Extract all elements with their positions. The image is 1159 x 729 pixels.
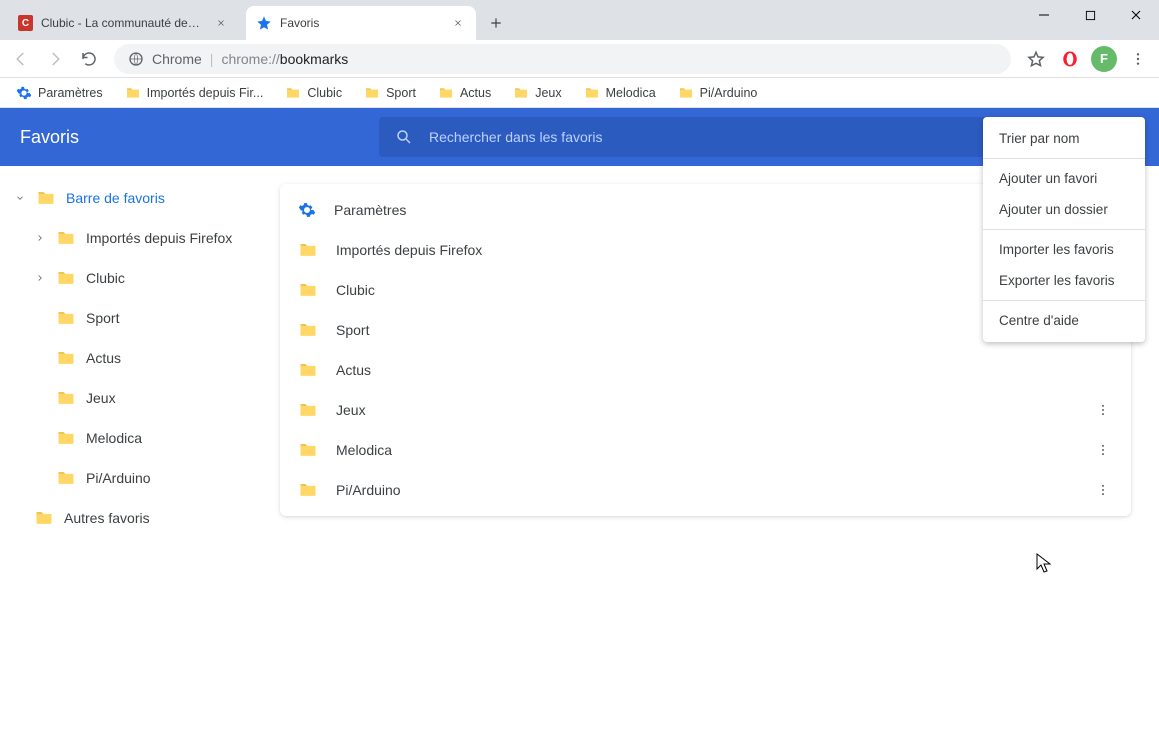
close-icon[interactable] <box>213 15 228 31</box>
folder-icon <box>56 388 76 408</box>
gear-icon <box>298 201 316 219</box>
more-button[interactable] <box>1093 440 1113 460</box>
menu-separator <box>983 158 1145 159</box>
search-input[interactable] <box>429 129 1043 145</box>
folder-icon <box>298 320 318 340</box>
close-button[interactable] <box>1113 0 1159 30</box>
folder-icon <box>56 308 76 328</box>
folder-icon <box>298 280 318 300</box>
folder-icon <box>364 85 380 101</box>
folder-icon <box>125 85 141 101</box>
folder-icon <box>298 440 318 460</box>
menu-item[interactable]: Exporter les favoris <box>983 265 1145 296</box>
tab-clubic[interactable]: C Clubic - La communauté des pas <box>8 6 238 40</box>
forward-button[interactable] <box>40 44 70 74</box>
folder-icon <box>298 400 318 420</box>
list-row[interactable]: Jeux <box>280 390 1131 430</box>
window-titlebar: C Clubic - La communauté des pas Favoris <box>0 0 1159 40</box>
window-controls <box>1021 0 1159 30</box>
back-button[interactable] <box>6 44 36 74</box>
sidebar-item[interactable]: Jeux <box>0 378 280 418</box>
sidebar-item[interactable]: Actus <box>0 338 280 378</box>
tab-title: Clubic - La communauté des pas <box>41 16 205 30</box>
clubic-icon: C <box>18 15 33 31</box>
menu-item[interactable]: Importer les favoris <box>983 234 1145 265</box>
gear-icon <box>16 85 32 101</box>
bookmarks-bar: Paramètres Importés depuis Fir... Clubic Sp… <box>0 78 1159 108</box>
bookmark-item[interactable]: Paramètres <box>12 81 107 105</box>
folder-icon <box>56 268 76 288</box>
menu-item[interactable]: Ajouter un dossier <box>983 194 1145 225</box>
sidebar-item[interactable]: Sport <box>0 298 280 338</box>
search-icon <box>395 128 413 146</box>
bookmark-item[interactable]: Melodica <box>580 81 660 105</box>
folder-icon <box>584 85 600 101</box>
opera-extension-icon[interactable] <box>1055 44 1085 74</box>
bookmark-item[interactable]: Sport <box>360 81 420 105</box>
browser-menu-button[interactable] <box>1123 44 1153 74</box>
bookmark-item[interactable]: Importés depuis Fir... <box>121 81 268 105</box>
maximize-button[interactable] <box>1067 0 1113 30</box>
menu-separator <box>983 229 1145 230</box>
more-button[interactable] <box>1093 480 1113 500</box>
sidebar-item[interactable]: Melodica <box>0 418 280 458</box>
folder-icon <box>438 85 454 101</box>
address-bar[interactable]: Chrome | chrome://bookmarks <box>114 44 1011 74</box>
chevron-right-icon[interactable] <box>34 232 46 244</box>
chevron-down-icon[interactable] <box>14 192 26 204</box>
new-tab-button[interactable] <box>482 9 510 37</box>
page-title: Favoris <box>20 127 79 148</box>
menu-item[interactable]: Centre d'aide <box>983 305 1145 336</box>
folder-icon <box>298 480 318 500</box>
bookmark-item[interactable]: Pi/Arduino <box>674 81 762 105</box>
folder-icon <box>34 508 54 528</box>
folder-icon <box>285 85 301 101</box>
overflow-menu: Trier par nom Ajouter un favoriAjouter un… <box>983 117 1145 342</box>
menu-item[interactable]: Ajouter un favori <box>983 163 1145 194</box>
site-info-icon <box>128 51 144 67</box>
sidebar-item[interactable]: Clubic <box>0 258 280 298</box>
folder-icon <box>513 85 529 101</box>
sidebar-root[interactable]: Barre de favoris <box>0 178 280 218</box>
tab-favoris[interactable]: Favoris <box>246 6 476 40</box>
sidebar-item[interactable]: Importés depuis Firefox <box>0 218 280 258</box>
minimize-button[interactable] <box>1021 0 1067 30</box>
more-button[interactable] <box>1093 400 1113 420</box>
folder-icon <box>56 468 76 488</box>
menu-separator <box>983 300 1145 301</box>
bookmark-item[interactable]: Jeux <box>509 81 565 105</box>
folder-icon <box>36 188 56 208</box>
sidebar: Barre de favorisImportés depuis FirefoxC… <box>0 166 280 729</box>
sidebar-other-bookmarks[interactable]: Autres favoris <box>0 498 280 538</box>
browser-toolbar: Chrome | chrome://bookmarks F <box>0 40 1159 78</box>
cursor-icon <box>1036 553 1052 575</box>
list-row[interactable]: Melodica <box>280 430 1131 470</box>
folder-icon <box>298 240 318 260</box>
bookmark-star-button[interactable] <box>1021 44 1051 74</box>
list-row[interactable]: Pi/Arduino <box>280 470 1131 510</box>
reload-button[interactable] <box>74 44 104 74</box>
star-icon <box>256 15 272 31</box>
folder-icon <box>678 85 694 101</box>
chevron-right-icon[interactable] <box>34 272 46 284</box>
list-row[interactable]: Actus <box>280 350 1131 390</box>
bookmark-item[interactable]: Clubic <box>281 81 346 105</box>
menu-item[interactable]: Trier par nom <box>983 123 1145 154</box>
omnibox-prefix: Chrome <box>152 51 202 67</box>
close-icon[interactable] <box>450 15 466 31</box>
folder-icon <box>56 348 76 368</box>
folder-icon <box>298 360 318 380</box>
search-field[interactable] <box>379 117 1059 157</box>
bookmark-item[interactable]: Actus <box>434 81 495 105</box>
folder-icon <box>56 228 76 248</box>
folder-icon <box>56 428 76 448</box>
profile-avatar[interactable]: F <box>1089 44 1119 74</box>
sidebar-item[interactable]: Pi/Arduino <box>0 458 280 498</box>
tab-title: Favoris <box>280 16 319 30</box>
